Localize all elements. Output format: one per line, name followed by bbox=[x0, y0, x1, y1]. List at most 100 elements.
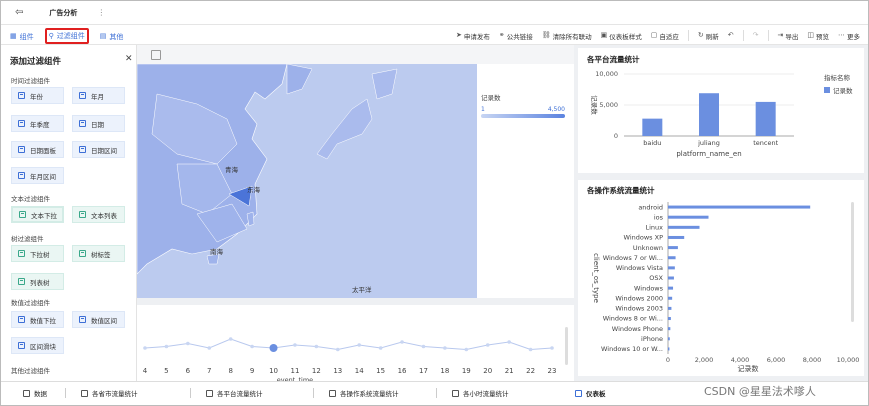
map-widget-settings-icon[interactable] bbox=[151, 50, 161, 60]
line-point[interactable] bbox=[186, 341, 190, 346]
platform-chart-card[interactable]: 各平台流量统计 0 5,000 10,000 baidu juliang tencent p… bbox=[578, 48, 864, 173]
bar-Windows 2000[interactable] bbox=[668, 296, 673, 300]
line-point[interactable] bbox=[443, 346, 447, 350]
filter-item[interactable]: 年月 bbox=[72, 87, 125, 104]
line-point[interactable] bbox=[400, 340, 404, 344]
toolbar-palette-button[interactable]: ▣ 仪表板样式 bbox=[601, 31, 642, 41]
calendar-icon bbox=[79, 92, 86, 99]
close-icon[interactable]: ✕ bbox=[125, 54, 133, 64]
bar-Windows 2003[interactable] bbox=[668, 306, 672, 310]
bar-Windows 7 or Wi...[interactable] bbox=[668, 256, 676, 260]
hourly-chart-card[interactable]: 4 5 6 7 8 9 10 11 12 13 14 15 16 17 18 19 20 21 22 23 event_… bbox=[137, 305, 574, 381]
map-label-nanhai: 南海 bbox=[210, 248, 223, 256]
calendar-icon bbox=[18, 120, 25, 127]
toolbar-redo-button[interactable]: ↷ bbox=[753, 32, 759, 39]
filter-item[interactable]: 文本列表 bbox=[72, 206, 125, 223]
toolbar-export-button[interactable]: ⇥ 导出 bbox=[778, 31, 799, 41]
toolbar-button-label: 刷新 bbox=[705, 32, 719, 41]
y-tick-label: 10,000 bbox=[595, 70, 618, 78]
filter-item[interactable]: 树标签 bbox=[72, 245, 125, 262]
unlink-icon: ⛓ bbox=[541, 31, 551, 39]
map-legend-gradient[interactable] bbox=[481, 114, 565, 118]
toolbar-component-button[interactable]: ▦ 组件 bbox=[7, 31, 37, 43]
line-point[interactable] bbox=[164, 344, 169, 349]
line-point[interactable] bbox=[357, 343, 362, 347]
title-more-icon[interactable]: ⋮ bbox=[97, 8, 105, 17]
os-chart-card[interactable]: 各操作系统流量统计 0 2,000 4,000 6,000 8,000 10,000 and… bbox=[578, 180, 864, 376]
line-point[interactable] bbox=[314, 344, 319, 349]
filter-item[interactable]: 列表树 bbox=[11, 273, 64, 290]
bar-baidu[interactable] bbox=[642, 118, 663, 136]
filter-item[interactable]: 数值区间 bbox=[72, 311, 125, 328]
bar-juliang[interactable] bbox=[699, 93, 719, 136]
bar-Windows 8 or Wi...[interactable] bbox=[668, 317, 671, 321]
back-icon[interactable]: ⇦ bbox=[15, 7, 23, 18]
toolbar-unlink-button[interactable]: ⛓ 清除所有联动 bbox=[542, 31, 592, 41]
filter-item[interactable]: 日期 bbox=[72, 115, 125, 132]
filter-item[interactable]: 日期面板 bbox=[11, 141, 64, 158]
line-point[interactable] bbox=[550, 346, 554, 350]
line-point[interactable] bbox=[228, 337, 233, 341]
bar-Linux[interactable] bbox=[668, 225, 700, 229]
toolbar-separator bbox=[687, 30, 689, 41]
bar-ios[interactable] bbox=[668, 215, 709, 219]
tab-5[interactable]: 仪表板 bbox=[575, 388, 606, 398]
filter-item[interactable]: 年份 bbox=[11, 87, 64, 104]
line-point[interactable] bbox=[378, 346, 383, 350]
line-point[interactable] bbox=[421, 344, 426, 349]
bar-iPhone[interactable] bbox=[668, 337, 670, 341]
tab-1[interactable]: 各省市流量统计 bbox=[65, 388, 138, 398]
bar-Unknown[interactable] bbox=[668, 246, 678, 250]
bar-Windows Vista[interactable] bbox=[668, 266, 675, 270]
filter-item[interactable]: 文本下拉 bbox=[11, 206, 64, 223]
line-point[interactable] bbox=[269, 344, 278, 352]
x-tick-label: 10 bbox=[269, 367, 278, 375]
filter-item[interactable]: 年月区间 bbox=[11, 167, 64, 184]
tab-4[interactable]: 各小时流量统计 bbox=[436, 388, 509, 398]
toolbar-preview-button[interactable]: ◫ 预览 bbox=[807, 31, 829, 41]
tab-0[interactable]: 数据 bbox=[23, 388, 47, 398]
toolbar-fit-button[interactable]: ▢ 自适应 bbox=[651, 31, 679, 41]
scrollbar[interactable] bbox=[565, 327, 568, 365]
filter-item[interactable]: 年季度 bbox=[11, 115, 64, 132]
china-map[interactable]: 青海 东海 南海 太平洋 bbox=[137, 64, 477, 298]
bar-OSX[interactable] bbox=[668, 276, 674, 280]
toolbar-refresh-button[interactable]: ↻ 刷新 bbox=[698, 31, 719, 41]
map-widget-header bbox=[137, 45, 574, 64]
toolbar-other-button[interactable]: ▤ 其他 bbox=[97, 31, 127, 43]
scrollbar[interactable] bbox=[851, 202, 854, 322]
tab-2[interactable]: 各平台流量统计 bbox=[190, 388, 263, 398]
filter-item[interactable]: 下拉树 bbox=[11, 245, 64, 262]
bar-Windows 10 or W...[interactable] bbox=[668, 347, 670, 351]
line-point[interactable] bbox=[485, 343, 490, 347]
filter-item[interactable]: 数值下拉 bbox=[11, 311, 64, 328]
line-point[interactable] bbox=[335, 347, 340, 352]
bar-android[interactable] bbox=[668, 205, 811, 209]
number-filter-icon bbox=[18, 316, 25, 323]
toolbar-link-button[interactable]: ⚭ 公共链接 bbox=[499, 31, 533, 41]
line-point[interactable] bbox=[143, 346, 147, 350]
bar-Windows[interactable] bbox=[668, 286, 674, 290]
tab-3[interactable]: 各操作系统流量统计 bbox=[313, 388, 399, 398]
toolbar-undo-button[interactable]: ↶ bbox=[728, 32, 734, 39]
x-tick-label: 4,000 bbox=[731, 356, 750, 364]
filter-item[interactable]: 区间滑块 bbox=[11, 337, 64, 354]
bar-Windows XP[interactable] bbox=[668, 235, 685, 239]
filter-item-label: 数值下拉 bbox=[30, 316, 56, 325]
toolbar-send-button[interactable]: ➤ 申请发布 bbox=[456, 31, 490, 41]
x-tick-label: 5 bbox=[164, 367, 168, 375]
line-point[interactable] bbox=[250, 344, 254, 349]
toolbar-filter-button[interactable]: ⚲ 过滤组件 bbox=[44, 28, 89, 44]
line-point[interactable] bbox=[528, 347, 533, 352]
y-tick-label: Unknown bbox=[633, 244, 663, 252]
document-title[interactable]: 广告分析 bbox=[49, 8, 77, 18]
line-point[interactable] bbox=[464, 347, 469, 352]
line-point[interactable] bbox=[293, 343, 297, 347]
y-tick-label: Windows bbox=[634, 284, 664, 292]
toolbar-more-button[interactable]: ⋯ 更多 bbox=[838, 31, 860, 41]
line-point[interactable] bbox=[507, 340, 511, 344]
bar-tencent[interactable] bbox=[755, 101, 776, 136]
filter-item[interactable]: 日期区间 bbox=[72, 141, 125, 158]
bar-Windows Phone[interactable] bbox=[668, 327, 671, 331]
line-point[interactable] bbox=[207, 346, 212, 350]
